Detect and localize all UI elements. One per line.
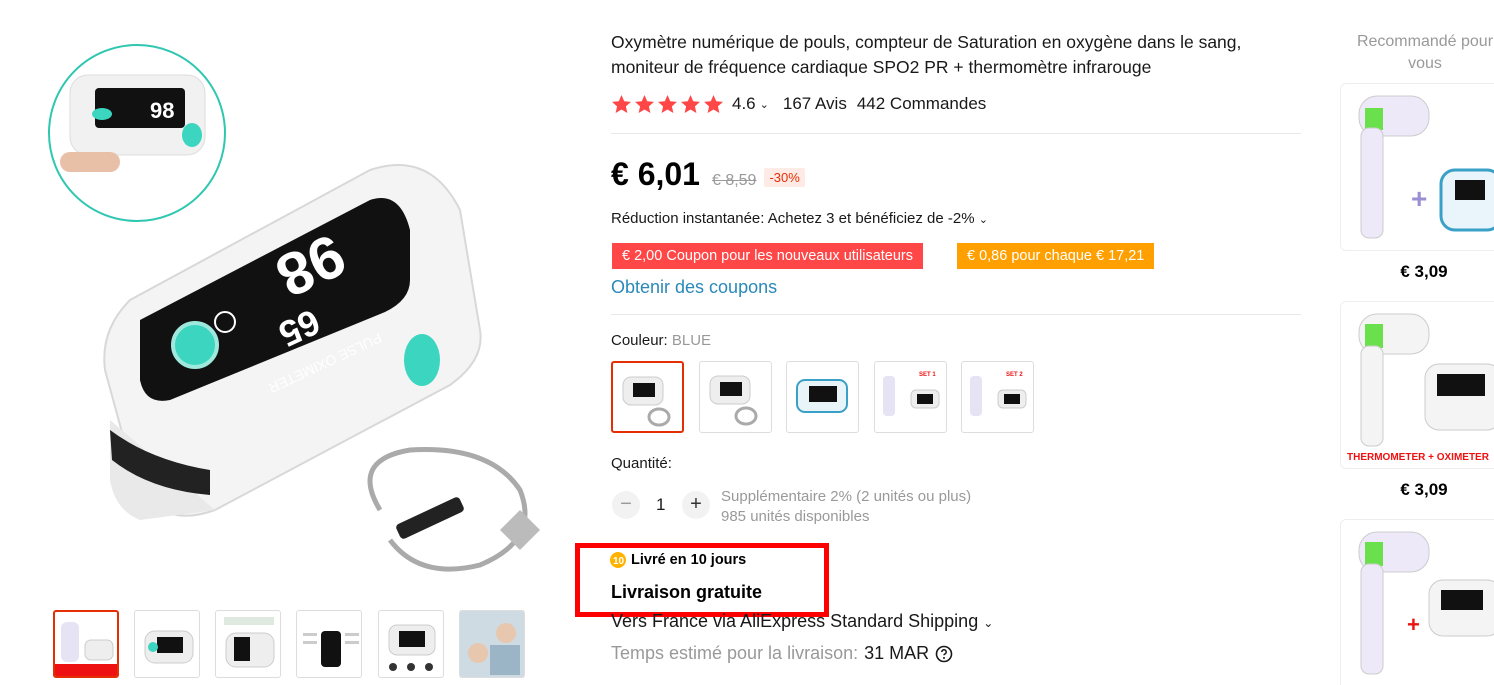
recommended-banner: THERMOMETER + OXIMETER xyxy=(1347,452,1490,463)
inset-display-reading: 98 xyxy=(150,98,174,123)
color-swatch-5[interactable]: SET 2 xyxy=(961,361,1034,433)
quantity-increase-button[interactable]: + xyxy=(682,491,710,519)
original-price: € 8,59 xyxy=(711,172,757,189)
gallery-thumbnail-6[interactable] xyxy=(459,610,525,678)
delivery-time-text: Livré en 10 jours xyxy=(631,552,747,568)
product-title: Oxymètre numérique de pouls, compteur de… xyxy=(611,32,1242,77)
star-icon xyxy=(612,94,631,113)
star-icon xyxy=(704,94,723,113)
star-icon xyxy=(681,94,700,113)
color-label: Couleur: BLUE xyxy=(611,332,711,349)
estimated-delivery-label: Temps estimé pour la livraison: xyxy=(611,643,859,663)
bulk-discount-note: Supplémentaire 2% (2 unités ou plus) xyxy=(721,488,972,505)
estimated-delivery: Temps estimé pour la livraison: 31 MAR xyxy=(611,643,953,664)
quantity-decrease-button[interactable]: − xyxy=(612,491,640,519)
instant-discount-text: Réduction instantanée: Achetez 3 et béné… xyxy=(611,210,975,227)
recommended-item-2[interactable]: THERMOMETER + OXIMETER xyxy=(1340,301,1494,469)
recommended-item-1[interactable]: + xyxy=(1340,83,1494,251)
star-rating xyxy=(611,94,724,115)
shipping-method-text: Vers France via AliExpress Standard Ship… xyxy=(611,611,979,631)
discount-badge: -30% xyxy=(764,168,805,187)
set2-label: SET 2 xyxy=(1006,372,1023,378)
stock-available: 985 unités disponibles xyxy=(721,508,870,525)
svg-text:10: 10 xyxy=(613,556,625,567)
rating-row: 4.6 ⌄ 167 Avis 442 Commandes xyxy=(611,92,986,116)
estimated-delivery-date: 31 MAR xyxy=(864,643,930,663)
divider xyxy=(611,314,1301,315)
recommended-title: Recommandé pour vous xyxy=(1356,33,1494,72)
instant-discount[interactable]: Réduction instantanée: Achetez 3 et béné… xyxy=(611,210,988,227)
current-price: € 6,01 xyxy=(611,156,700,192)
recommended-item-3[interactable]: + xyxy=(1340,519,1494,685)
svg-text:+: + xyxy=(1411,183,1427,214)
free-delivery: Livraison gratuite xyxy=(611,582,763,602)
delivery-badge-icon: 10 xyxy=(610,552,626,568)
quantity-value[interactable]: 1 xyxy=(656,495,665,515)
divider xyxy=(611,133,1301,134)
star-icon xyxy=(635,94,654,113)
chevron-down-icon: ⌄ xyxy=(983,616,994,630)
quantity-label: Quantité: xyxy=(611,455,672,472)
gallery-thumbnail-3[interactable] xyxy=(215,610,281,678)
star-icon xyxy=(658,94,677,113)
gallery-thumbnail-2[interactable] xyxy=(134,610,200,678)
rating-value[interactable]: 4.6 xyxy=(732,94,756,114)
price-row: € 6,01 € 8,59 -30% xyxy=(611,156,805,196)
chevron-down-icon: ⌄ xyxy=(978,214,988,226)
orders-count: 442 Commandes xyxy=(856,94,987,113)
color-swatch-4[interactable]: SET 1 xyxy=(874,361,947,433)
gallery-thumbnail-4[interactable] xyxy=(296,610,362,678)
help-icon[interactable] xyxy=(935,645,953,663)
set1-label: SET 1 xyxy=(919,372,936,378)
coupon-new-users[interactable]: € 2,00 Coupon pour les nouveaux utilisat… xyxy=(612,243,923,269)
color-selected-value: BLUE xyxy=(671,332,712,349)
delivery-time: 10 Livré en 10 jours xyxy=(609,551,746,569)
main-product-image[interactable]: 98 98 65 PULSE OXIMETER xyxy=(40,40,560,590)
gallery-thumbnail-5[interactable] xyxy=(378,610,444,678)
recommended-price-1: € 3,09 xyxy=(1400,262,1448,281)
quantity-note: Supplémentaire 2% (2 unités ou plus) 985… xyxy=(721,487,971,527)
recommended-price-2: € 3,09 xyxy=(1400,480,1448,499)
color-swatch-2[interactable] xyxy=(699,361,772,433)
product-gallery: 98 98 65 PULSE OXIMETER xyxy=(0,0,590,685)
color-swatch-1[interactable] xyxy=(611,361,684,433)
gallery-thumbnail-1[interactable] xyxy=(53,610,119,678)
svg-text:+: + xyxy=(1407,612,1420,637)
reviews-count[interactable]: 167 Avis xyxy=(783,94,847,114)
get-coupons-link[interactable]: Obtenir des coupons xyxy=(611,277,777,298)
coupon-every-amount[interactable]: € 0,86 pour chaque € 17,21 xyxy=(957,243,1155,269)
color-label-text: Couleur: xyxy=(611,332,668,349)
color-swatch-3[interactable] xyxy=(786,361,859,433)
shipping-method[interactable]: Vers France via AliExpress Standard Ship… xyxy=(611,611,993,632)
chevron-down-icon[interactable]: ⌄ xyxy=(760,98,769,111)
